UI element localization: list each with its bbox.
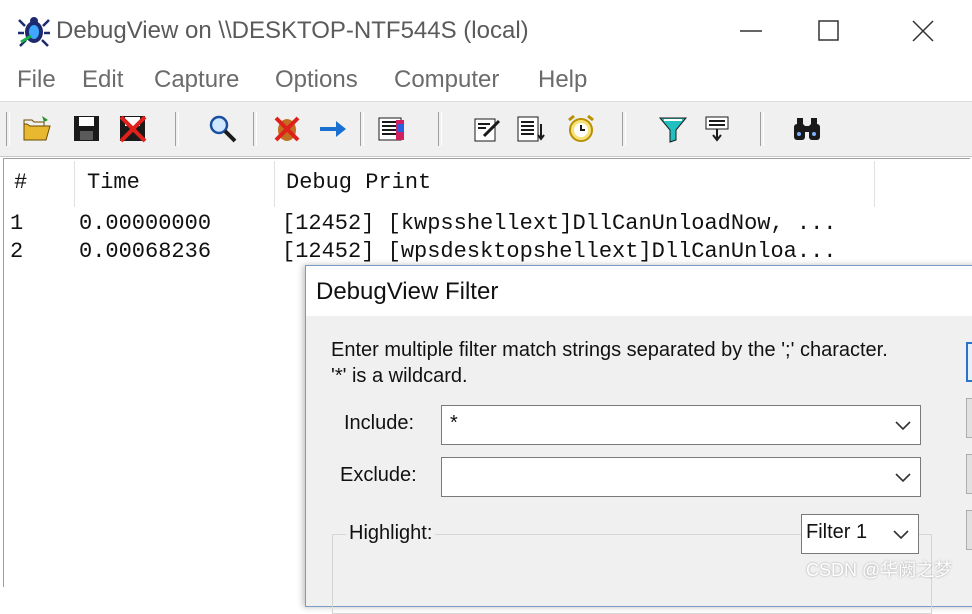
maximize-button[interactable] (794, 8, 864, 54)
save-icon[interactable] (72, 114, 102, 144)
toolbar-separator (760, 112, 764, 146)
log-file-icon[interactable] (516, 114, 546, 144)
history-icon[interactable] (376, 114, 406, 144)
clear-icon[interactable] (118, 114, 148, 144)
row-debug-text: [12452] [kwpsshellext]DllCanUnloadNow, .… (282, 211, 837, 236)
exclude-label: Exclude: (340, 464, 417, 486)
toolbar-separator (175, 112, 179, 146)
load-button[interactable] (966, 454, 972, 494)
row-time: 0.00068236 (79, 239, 212, 264)
alarm-clock-icon[interactable] (566, 114, 596, 144)
column-header-number[interactable]: # (14, 159, 27, 207)
toolbar-separator (360, 112, 364, 146)
highlight-filter-select[interactable]: Filter 1 (801, 514, 919, 554)
toolbar (0, 101, 972, 157)
cancel-button[interactable] (966, 398, 972, 438)
maximize-icon (818, 20, 839, 41)
menu-edit[interactable]: Edit (82, 66, 123, 94)
exclude-combobox[interactable] (441, 457, 921, 497)
dialog-title-bar[interactable]: DebugView Filter (306, 266, 972, 316)
toolbar-separator (6, 112, 10, 146)
filter-instructions: Enter multiple filter match strings sepa… (331, 339, 888, 361)
column-header-time[interactable]: Time (87, 159, 140, 207)
chevron-down-icon[interactable] (892, 529, 910, 541)
chevron-down-icon[interactable] (894, 472, 912, 484)
menu-options[interactable]: Options (275, 66, 358, 94)
minimize-button[interactable] (716, 8, 786, 54)
autoscroll-icon[interactable] (318, 114, 348, 144)
menu-capture[interactable]: Capture (154, 66, 239, 94)
capture-toggle-icon[interactable] (272, 114, 302, 144)
open-icon[interactable] (22, 114, 52, 144)
row-debug-text: [12452] [wpsdesktopshellext]DllCanUnloa.… (282, 239, 837, 264)
highlight-filter-value: Filter 1 (806, 521, 868, 543)
menu-file[interactable]: File (17, 66, 56, 94)
binoculars-icon[interactable] (792, 114, 822, 144)
filter-icon[interactable] (658, 114, 688, 144)
row-number: 1 (10, 211, 24, 236)
menu-computer[interactable]: Computer (394, 66, 499, 94)
clock-time-icon[interactable] (472, 114, 502, 144)
menu-bar: File Edit Capture Options Computer Help (0, 62, 972, 100)
column-divider[interactable] (74, 161, 75, 207)
wildcard-note: '*' is a wildcard. (331, 365, 468, 387)
ok-button[interactable] (966, 342, 972, 382)
highlight-label: Highlight: (346, 522, 436, 545)
column-divider[interactable] (874, 161, 875, 207)
window-title: DebugView on \\DESKTOP-NTF544S (local) (56, 17, 529, 44)
include-combobox[interactable]: * (441, 405, 921, 445)
debugview-app-icon (17, 14, 51, 48)
menu-help[interactable]: Help (538, 66, 587, 94)
close-icon (912, 20, 934, 42)
find-icon[interactable] (208, 114, 238, 144)
highlight-icon[interactable] (703, 114, 733, 144)
watermark: CSDN @华阙之梦 (806, 560, 953, 580)
close-button[interactable] (888, 8, 958, 54)
save-filter-button[interactable] (966, 510, 972, 550)
column-header-debug-print[interactable]: Debug Print (286, 159, 431, 207)
toolbar-separator (622, 112, 626, 146)
toolbar-separator (253, 112, 257, 146)
row-number: 2 (10, 239, 24, 264)
toolbar-separator (438, 112, 442, 146)
dialog-title: DebugView Filter (316, 278, 499, 305)
include-value: * (450, 412, 458, 434)
row-time: 0.00000000 (79, 211, 212, 236)
title-bar: DebugView on \\DESKTOP-NTF544S (local) (0, 0, 972, 62)
include-label: Include: (344, 412, 415, 434)
chevron-down-icon[interactable] (894, 420, 912, 432)
minimize-icon (740, 30, 762, 32)
column-divider[interactable] (274, 161, 275, 207)
